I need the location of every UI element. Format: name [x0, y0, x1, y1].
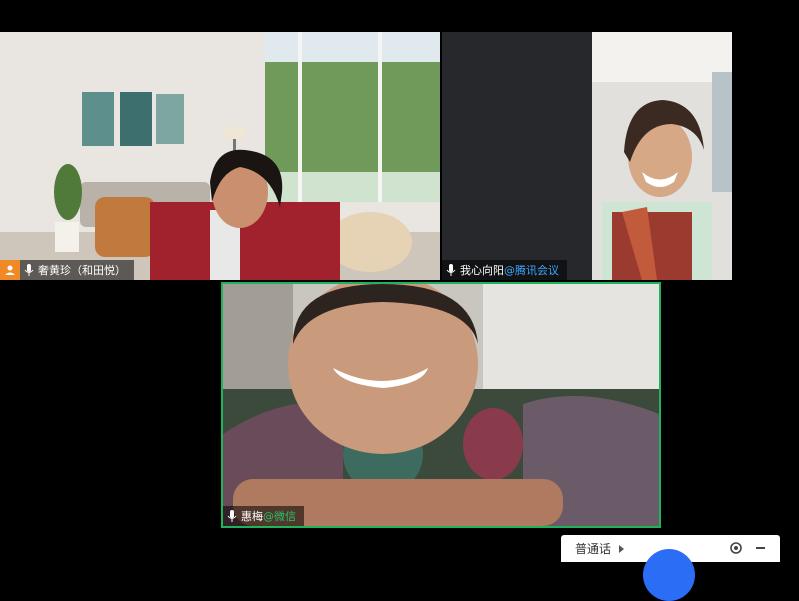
microphone-icon: [223, 506, 241, 526]
participant-video-2: [442, 32, 732, 280]
participant-name: 奢黄珍（和田悦）: [38, 264, 126, 277]
minimize-icon[interactable]: [756, 547, 765, 549]
name-tag: 我心向阳 @腾讯会议: [442, 260, 567, 280]
microphone-icon: [20, 260, 38, 280]
name-tag: 奢黄珍（和田悦）: [0, 260, 134, 280]
participant-source: @腾讯会议: [504, 264, 559, 277]
host-icon: [0, 260, 20, 280]
participant-name: 惠梅: [241, 510, 263, 523]
expand-arrow-icon[interactable]: [619, 544, 625, 553]
video-tile-1[interactable]: 奢黄珍（和田悦）: [0, 32, 440, 280]
name-tag: 惠梅 @微信: [223, 506, 304, 526]
participant-name: 我心向阳: [460, 264, 504, 277]
participant-source: @微信: [263, 510, 296, 523]
video-tile-2[interactable]: 我心向阳 @腾讯会议: [442, 32, 732, 280]
participant-video-1: [0, 32, 440, 280]
settings-icon[interactable]: [729, 541, 743, 555]
video-tile-active-speaker[interactable]: 惠梅 @微信: [221, 282, 661, 528]
language-label[interactable]: 普通话: [575, 540, 611, 557]
language-bar: 普通话: [561, 535, 780, 601]
participant-video-3: [223, 284, 659, 526]
microphone-icon: [442, 260, 460, 280]
action-button[interactable]: [643, 549, 695, 601]
